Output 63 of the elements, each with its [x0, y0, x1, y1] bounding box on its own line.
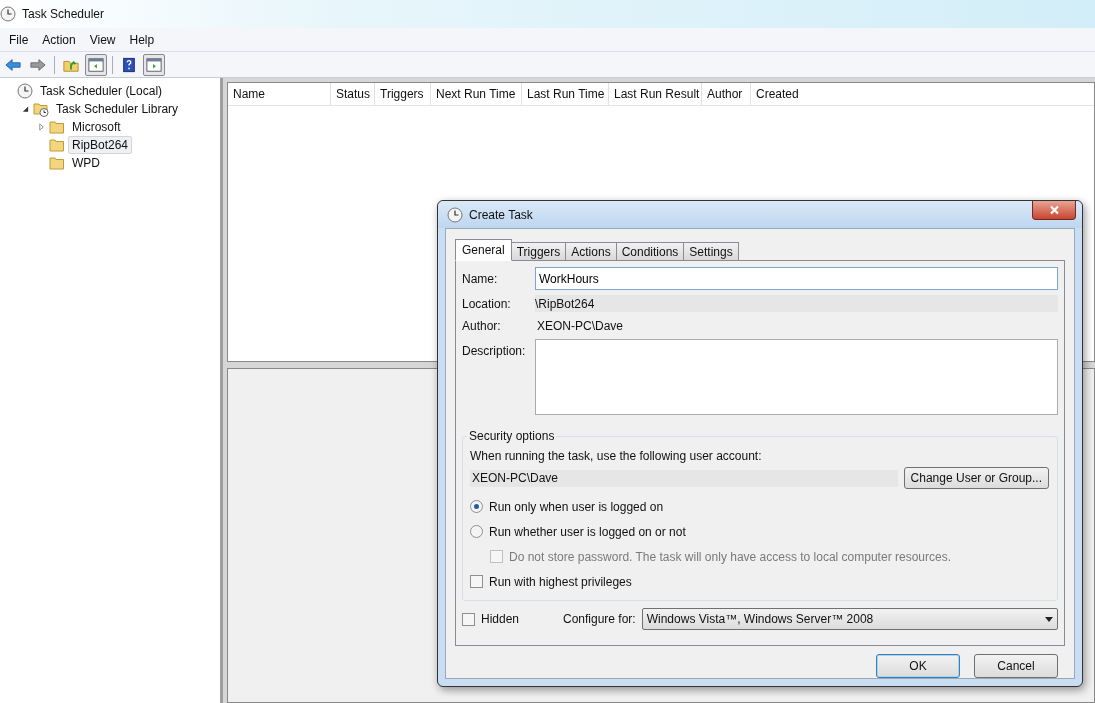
field-label: Description:: [462, 343, 527, 358]
tree-item[interactable]: Microsoft: [68, 118, 125, 136]
tree-item[interactable]: Task Scheduler Library: [52, 100, 183, 118]
checkbox[interactable]: [470, 575, 483, 588]
account-label: When running the task, use the following user account:: [470, 449, 763, 463]
description-field[interactable]: [535, 339, 1058, 415]
radio-button[interactable]: [470, 500, 483, 513]
menu-item[interactable]: Action: [35, 32, 83, 47]
group-title: Security options: [467, 429, 557, 443]
field-label: Location:: [462, 296, 512, 311]
menu-item[interactable]: View: [82, 32, 123, 47]
close-icon: [1048, 205, 1060, 215]
checkbox[interactable]: [462, 612, 475, 626]
collapsed-arrow-icon[interactable]: [37, 123, 45, 131]
close-button[interactable]: [1032, 201, 1076, 220]
action-pane-toggle-button[interactable]: [143, 53, 165, 76]
menu-item[interactable]: File: [2, 32, 36, 47]
column-header[interactable]: Author: [702, 83, 751, 105]
clock-icon: [17, 83, 33, 99]
radio-button[interactable]: [470, 525, 483, 538]
option-label: Do not store password. The task will only have access to local computer resources.: [509, 549, 951, 564]
column-header[interactable]: Name: [228, 83, 331, 105]
tab[interactable]: Actions: [566, 242, 617, 261]
folder-clock-icon: [33, 101, 49, 117]
configure-label: Configure for:: [563, 612, 636, 626]
folder-icon: [49, 119, 65, 135]
option-label: Run whether user is logged on or not: [489, 524, 686, 539]
tab[interactable]: Triggers: [511, 242, 567, 261]
tree-item[interactable]: RipBot264: [68, 136, 133, 154]
cancel-button[interactable]: Cancel: [974, 654, 1058, 678]
dialog-title: Create Task: [469, 207, 533, 222]
column-header[interactable]: Last Run Time: [522, 83, 609, 105]
field-label: Name:: [462, 271, 499, 286]
expanded-arrow-icon[interactable]: [21, 105, 29, 113]
field-label: Author:: [462, 318, 502, 333]
window-title: Task Scheduler: [22, 7, 105, 21]
column-header[interactable]: Triggers: [375, 83, 431, 105]
tab[interactable]: General: [455, 239, 512, 261]
column-header[interactable]: Last Run Result: [609, 83, 702, 105]
hidden-label: Hidden: [481, 612, 521, 626]
column-header[interactable]: Status: [331, 83, 375, 105]
dropdown-arrow-icon: [1045, 616, 1053, 622]
folder-icon: [49, 137, 65, 153]
folder-icon: [49, 155, 65, 171]
menu-item[interactable]: Help: [122, 32, 162, 47]
tree-item[interactable]: WPD: [68, 154, 104, 172]
tree-item[interactable]: Task Scheduler (Local): [36, 82, 167, 100]
configure-dropdown[interactable]: Windows Vista™, Windows Server™ 2008: [641, 608, 1058, 630]
tab[interactable]: Conditions: [616, 242, 685, 261]
user-account-value: XEON-PC\Dave: [470, 469, 898, 487]
option-label: Run only when user is logged on: [489, 499, 664, 514]
clock-icon: [0, 6, 16, 22]
option-label: Run with highest privileges: [489, 574, 632, 589]
name-field[interactable]: WorkHours: [535, 267, 1058, 290]
ok-button[interactable]: OK: [876, 654, 960, 678]
tab[interactable]: Settings: [684, 242, 739, 261]
console-tree-toggle-button[interactable]: [85, 53, 107, 76]
clock-icon: [447, 206, 463, 223]
column-header[interactable]: Created: [751, 83, 821, 105]
change-user-button[interactable]: Change User or Group...: [903, 467, 1049, 489]
location-value: \RipBot264: [535, 295, 1058, 312]
author-value: XEON-PC\Dave: [536, 317, 625, 334]
column-header[interactable]: Next Run Time: [431, 83, 522, 105]
